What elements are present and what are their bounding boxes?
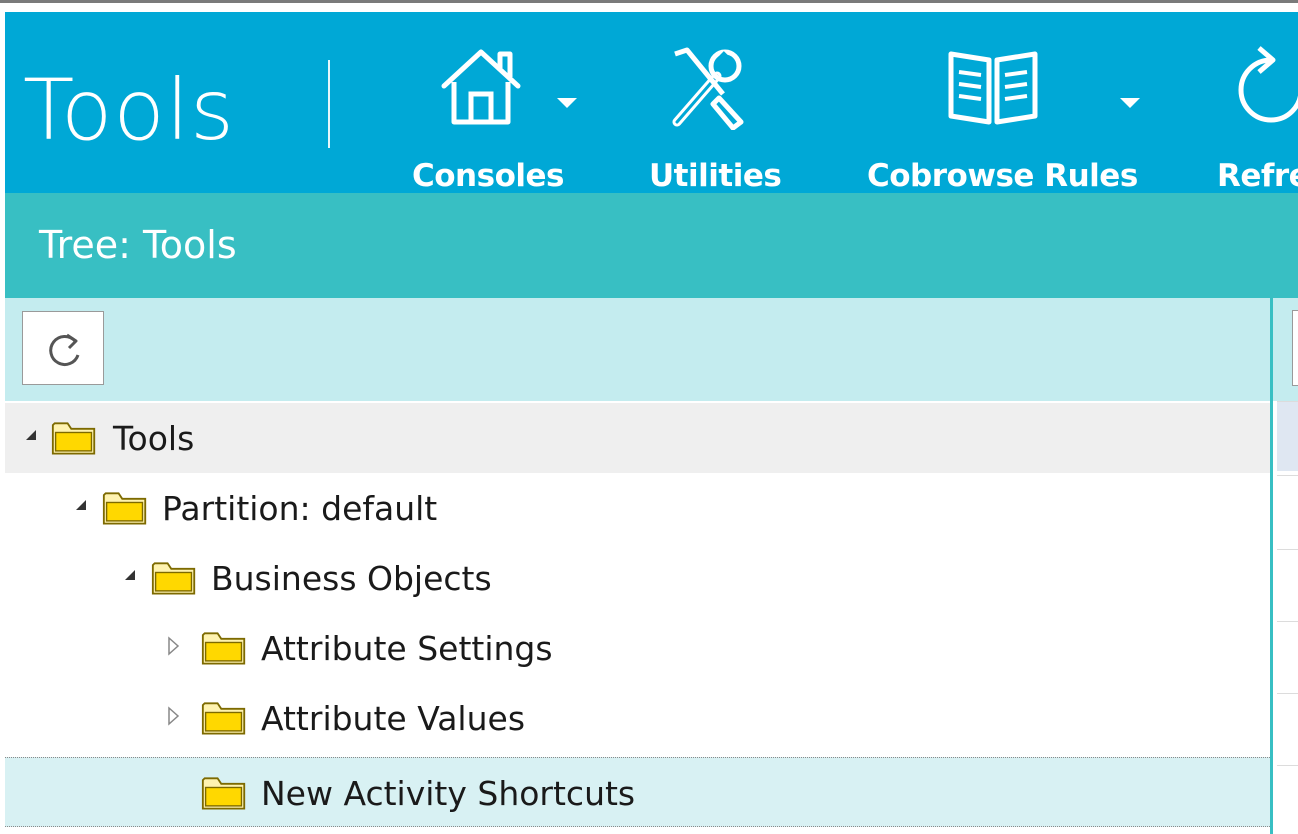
refresh-toolbar-button[interactable]: Refre bbox=[1213, 40, 1298, 193]
tree-toolbar bbox=[5, 298, 1270, 401]
details-pane bbox=[1273, 193, 1298, 834]
collapsed-arrow-icon[interactable] bbox=[165, 705, 181, 727]
refresh-icon bbox=[1238, 46, 1298, 123]
cobrowse-rules-label: Cobrowse Rules bbox=[867, 158, 1138, 193]
tree-panel-title: Tree: Tools bbox=[39, 223, 237, 267]
tree-node-label: New Activity Shortcuts bbox=[261, 774, 636, 813]
tree-panel-header: Tree: Tools bbox=[5, 193, 1270, 298]
tree-node-label: Business Objects bbox=[211, 559, 492, 598]
folder-icon bbox=[201, 632, 246, 665]
tree-node-label: Tools bbox=[113, 419, 195, 458]
folder-icon bbox=[201, 777, 246, 810]
expanded-arrow-icon[interactable] bbox=[73, 497, 89, 513]
collapsed-arrow-icon[interactable] bbox=[165, 635, 181, 657]
tree-node-attribute-values[interactable]: Attribute Values bbox=[5, 683, 1270, 753]
title-separator bbox=[328, 60, 330, 148]
tree-view: Tools Partition: default Business Object… bbox=[5, 401, 1270, 834]
tree-node-label: Partition: default bbox=[162, 489, 438, 528]
cobrowse-rules-button[interactable]: Cobrowse Rules bbox=[865, 40, 1155, 193]
tree-node-attribute-settings[interactable]: Attribute Settings bbox=[5, 613, 1270, 683]
tree-node-business-objects[interactable]: Business Objects bbox=[5, 543, 1270, 613]
table-row[interactable] bbox=[1277, 401, 1298, 471]
tree-node-new-activity-shortcuts[interactable]: New Activity Shortcuts bbox=[5, 757, 1270, 827]
table-row[interactable] bbox=[1277, 549, 1298, 619]
table-row[interactable] bbox=[1277, 765, 1298, 834]
cobrowse-rules-dropdown-caret[interactable] bbox=[1120, 98, 1140, 108]
tree-node-label: Attribute Values bbox=[261, 699, 526, 738]
app-title: Tools bbox=[23, 61, 235, 159]
utilities-label: Utilities bbox=[649, 158, 782, 193]
tree-node-tools[interactable]: Tools bbox=[5, 403, 1270, 473]
folder-icon bbox=[151, 562, 196, 595]
tools-icon bbox=[672, 47, 744, 130]
consoles-label: Consoles bbox=[412, 158, 564, 193]
details-pane-header bbox=[1273, 193, 1298, 298]
utilities-button[interactable]: Utilities bbox=[645, 40, 785, 193]
book-icon bbox=[948, 51, 1038, 125]
table-row[interactable] bbox=[1277, 475, 1298, 545]
refresh-icon bbox=[49, 333, 80, 366]
consoles-dropdown-caret[interactable] bbox=[557, 98, 577, 108]
house-icon bbox=[441, 49, 521, 125]
table-row[interactable] bbox=[1277, 621, 1298, 691]
window-top-border bbox=[0, 0, 1298, 12]
expanded-arrow-icon[interactable] bbox=[122, 567, 138, 583]
tree-node-label: Attribute Settings bbox=[261, 629, 553, 668]
details-pane-button[interactable] bbox=[1292, 310, 1298, 386]
tree-refresh-button[interactable] bbox=[22, 311, 104, 385]
folder-icon bbox=[51, 422, 96, 455]
ribbon-toolbar: Tools Consoles Utilities Cobrowse Rules … bbox=[5, 12, 1298, 193]
folder-icon bbox=[201, 702, 246, 735]
refresh-label: Refre bbox=[1217, 158, 1298, 193]
consoles-button[interactable]: Consoles bbox=[410, 40, 590, 193]
expanded-arrow-icon[interactable] bbox=[23, 427, 39, 443]
tree-node-partition-default[interactable]: Partition: default bbox=[5, 473, 1270, 543]
folder-icon bbox=[102, 492, 147, 525]
table-row[interactable] bbox=[1277, 693, 1298, 763]
